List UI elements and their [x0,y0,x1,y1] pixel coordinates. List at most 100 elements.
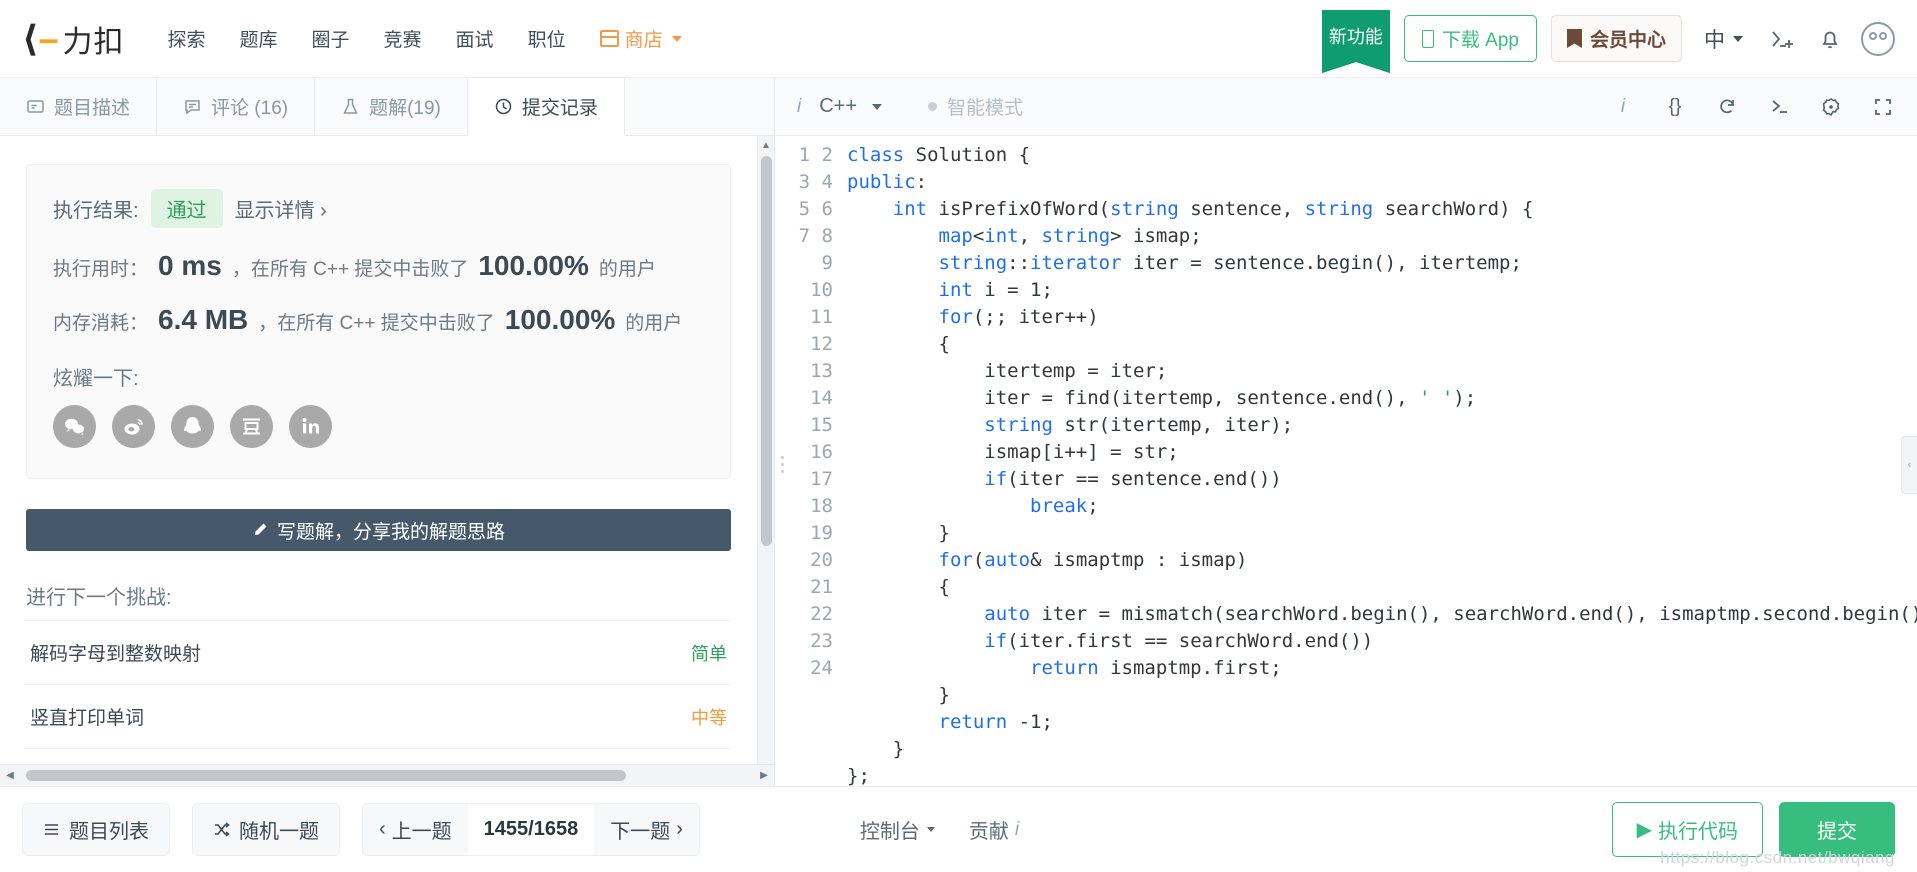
random-problem-button[interactable]: 随机一题 [192,803,340,856]
language-selector[interactable]: C++ [819,95,883,118]
vip-center-button[interactable]: 会员中心 [1550,15,1682,62]
nav-item-jobs[interactable]: 职位 [511,19,583,58]
right-drawer-handle[interactable]: ‹ [1901,436,1917,494]
avatar-eye-right-icon [1879,31,1887,40]
contribute-label: 贡献 [968,821,1009,843]
scroll-left-arrow-icon[interactable]: ◀ [0,770,20,781]
left-panel-vertical-scrollbar[interactable]: ▲ [757,136,774,764]
language-info-icon[interactable]: i [797,96,801,118]
fullscreen-icon[interactable] [1871,95,1895,119]
show-detail-link[interactable]: 显示详情 › [235,194,327,223]
reset-code-icon[interactable] [1715,95,1739,119]
submission-result-content: 执行结果: 通过 显示详情 › 执行用时： 0 ms ，在所有 C++ 提交中击… [0,136,774,764]
challenge-list-item[interactable]: 竖直打印单词 中等 [26,684,731,748]
code-area[interactable]: 1 2 3 4 5 6 7 8 9 10 11 12 13 14 15 16 1… [789,142,1917,786]
info-icon[interactable]: i [1611,95,1635,119]
console-controls: 控制台 贡献 i [860,815,1019,844]
runtime-mid-text: ，在所有 C++ 提交中击败了 [231,259,469,280]
nav-item-interview[interactable]: 面试 [439,19,511,58]
settings-gear-icon[interactable] [1819,95,1843,119]
tab-description-label: 题目描述 [54,98,131,119]
description-icon [26,97,45,116]
avatar-eye-left-icon [1869,31,1877,40]
bottom-action-bar: 题目列表 随机一题 ‹ 上一题 1455/1658 下一题 › 控制台 贡献 i… [0,786,1917,872]
challenge-title: 解码字母到整数映射 [30,644,202,665]
contribute-button[interactable]: 贡献 i [969,815,1019,844]
language-selector-label: C++ [819,95,858,117]
write-solution-button[interactable]: 写题解，分享我的解题思路 [26,509,731,551]
challenge-list-item[interactable]: 变位词组 中等 [26,748,731,764]
tab-comments-label: 评论 (16) [211,98,289,119]
prev-problem-button[interactable]: ‹ 上一题 [363,804,468,855]
leetcode-logo[interactable]: ⟨– 力扣 [22,17,124,61]
share-button-row [53,405,704,448]
format-braces-icon[interactable]: {} [1663,95,1687,119]
problem-pager: ‹ 上一题 1455/1658 下一题 › [362,803,700,856]
vip-center-label: 会员中心 [1589,30,1666,51]
tab-description[interactable]: 题目描述 [0,78,158,135]
top-navigation-right: 新功能 下载 App 会员中心 中 [1321,9,1895,73]
scroll-up-arrow-icon[interactable]: ▲ [761,136,771,154]
bottom-left-controls: 题目列表 随机一题 ‹ 上一题 1455/1658 下一题 › [22,803,700,856]
left-panel-horizontal-scrollbar[interactable]: ◀ ▶ [0,764,774,786]
linkedin-share-icon[interactable] [289,405,332,448]
nav-item-contest[interactable]: 竞赛 [367,19,439,58]
logo-mark-icon: ⟨– [22,17,59,59]
nav-item-circles[interactable]: 圈子 [295,19,367,58]
notifications-bell-icon[interactable] [1813,22,1847,56]
tab-solutions[interactable]: 题解(19) [315,78,468,135]
language-switcher[interactable]: 中 [1696,24,1751,54]
smart-mode-toggle[interactable]: 智能模式 [928,93,1023,120]
run-code-label: 执行代码 [1658,821,1738,843]
nav-item-explore[interactable]: 探索 [150,19,222,58]
weibo-share-icon[interactable] [112,405,155,448]
qq-share-icon[interactable] [171,405,214,448]
chevron-right-icon: › [676,818,683,840]
submit-button[interactable]: 提交 [1779,802,1895,857]
challenge-list-item[interactable]: 解码字母到整数映射 简单 [26,620,731,684]
run-code-button[interactable]: ▶ 执行代码 [1611,802,1763,857]
wechat-share-icon[interactable] [53,405,96,448]
problem-list-button[interactable]: 题目列表 [22,803,170,856]
nav-item-store[interactable]: 商店 [583,19,699,58]
code-editor-body[interactable]: 1 2 3 4 5 6 7 8 9 10 11 12 13 14 15 16 1… [775,136,1917,786]
list-icon [45,824,58,835]
line-number-gutter: 1 2 3 4 5 6 7 8 9 10 11 12 13 14 15 16 1… [798,144,833,679]
next-problem-button[interactable]: 下一题 › [594,804,699,855]
execution-result-row: 执行结果: 通过 显示详情 › [53,189,704,228]
shuffle-icon [215,822,230,837]
nav-item-problems[interactable]: 题库 [223,19,295,58]
chevron-left-icon: ‹ [379,818,386,840]
result-scroll-area: 执行结果: 通过 显示详情 › 执行用时： 0 ms ，在所有 C++ 提交中击… [0,136,757,764]
download-app-button[interactable]: 下载 App [1403,15,1537,62]
smart-mode-status-dot-icon [928,102,938,111]
chevron-down-icon [926,827,935,832]
douban-share-icon[interactable] [230,405,273,448]
code-text[interactable]: class Solution { public: int isPrefixOfW… [847,142,1917,786]
challenge-difficulty: 简单 [691,643,727,664]
tab-submissions[interactable]: 提交记录 [467,78,625,136]
chevron-down-icon [671,35,682,42]
main-split-view: 题目描述 评论 (16) 题解(19) 提交记录 执行结果: 通过 显示详情 ›… [0,78,1917,786]
editor-resize-handle[interactable] [775,142,789,786]
runtime-stat-row: 执行用时： 0 ms ，在所有 C++ 提交中击败了 100.00% 的用户 [53,250,704,282]
bottom-right-actions: ▶ 执行代码 提交 [1611,802,1895,857]
random-problem-label: 随机一题 [239,821,319,843]
pencil-icon [254,523,267,536]
challenge-list: 解码字母到整数映射 简单 竖直打印单词 中等 变位词组 中等 [26,620,731,764]
runtime-tail-text: 的用户 [598,259,656,280]
tab-submissions-label: 提交记录 [521,98,598,119]
user-avatar[interactable] [1861,21,1895,56]
new-feature-ribbon: 新功能 [1321,9,1390,73]
console-toggle-button[interactable]: 控制台 [860,815,935,844]
horizontal-scrollbar-thumb[interactable] [26,770,626,781]
vertical-scrollbar-thumb[interactable] [761,156,772,546]
logo-text: 力扣 [62,25,125,59]
left-panel: 题目描述 评论 (16) 题解(19) 提交记录 执行结果: 通过 显示详情 ›… [0,78,775,786]
nav-item-store-label: 商店 [624,30,663,51]
tab-comments[interactable]: 评论 (16) [157,78,316,135]
playground-button[interactable] [1765,22,1799,56]
scroll-right-arrow-icon[interactable]: ▶ [754,770,774,781]
console-prompt-icon[interactable] [1767,95,1791,119]
chevron-down-icon [872,103,883,110]
